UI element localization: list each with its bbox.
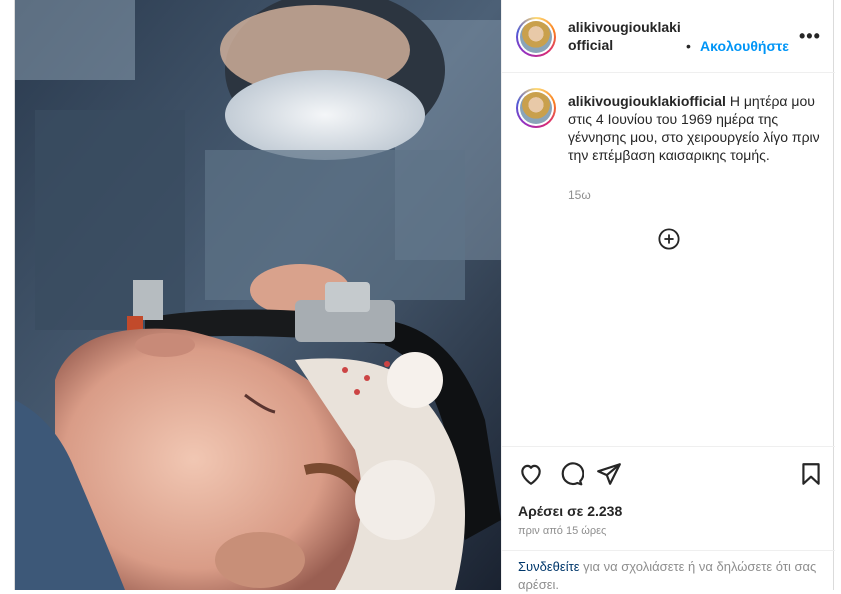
post-timestamp[interactable]: πριν από 15 ώρες bbox=[518, 525, 606, 537]
caption: alikivougiouklakiofficial Η μητέρα μου σ… bbox=[568, 92, 822, 164]
operating-room-photo bbox=[15, 0, 501, 590]
heart-icon[interactable] bbox=[518, 461, 544, 487]
avatar[interactable] bbox=[516, 17, 556, 57]
caption-avatar[interactable] bbox=[516, 88, 556, 128]
caption-time[interactable]: 15ω bbox=[568, 188, 591, 202]
comment-icon[interactable] bbox=[558, 461, 584, 487]
separator-dot: • bbox=[686, 38, 691, 54]
username-line-2[interactable]: official bbox=[568, 37, 613, 53]
username-line-1[interactable]: alikivougiouklaki bbox=[568, 19, 681, 35]
follow-button[interactable]: Ακολουθήστε bbox=[700, 38, 789, 54]
plus-circle-icon[interactable] bbox=[658, 228, 680, 250]
post-header: alikivougiouklaki official • Ακολουθήστε… bbox=[502, 0, 835, 73]
likes-count[interactable]: Αρέσει σε 2.238 bbox=[518, 503, 622, 519]
caption-username[interactable]: alikivougiouklakiofficial bbox=[568, 93, 726, 109]
actions-divider bbox=[502, 446, 835, 447]
login-divider bbox=[502, 550, 835, 551]
post-sidebar: alikivougiouklaki official • Ακολουθήστε… bbox=[501, 0, 835, 592]
login-prompt: Συνδεθείτε για να σχολιάσετε ή να δηλώσε… bbox=[518, 558, 818, 594]
post-photo[interactable] bbox=[15, 0, 501, 590]
paper-plane-icon[interactable] bbox=[596, 461, 622, 487]
more-icon[interactable]: ••• bbox=[799, 26, 821, 47]
instagram-post: alikivougiouklaki official • Ακολουθήστε… bbox=[14, 0, 835, 592]
header-username[interactable]: alikivougiouklaki official bbox=[568, 18, 688, 54]
bookmark-icon[interactable] bbox=[798, 461, 824, 487]
login-link[interactable]: Συνδεθείτε bbox=[518, 559, 580, 574]
